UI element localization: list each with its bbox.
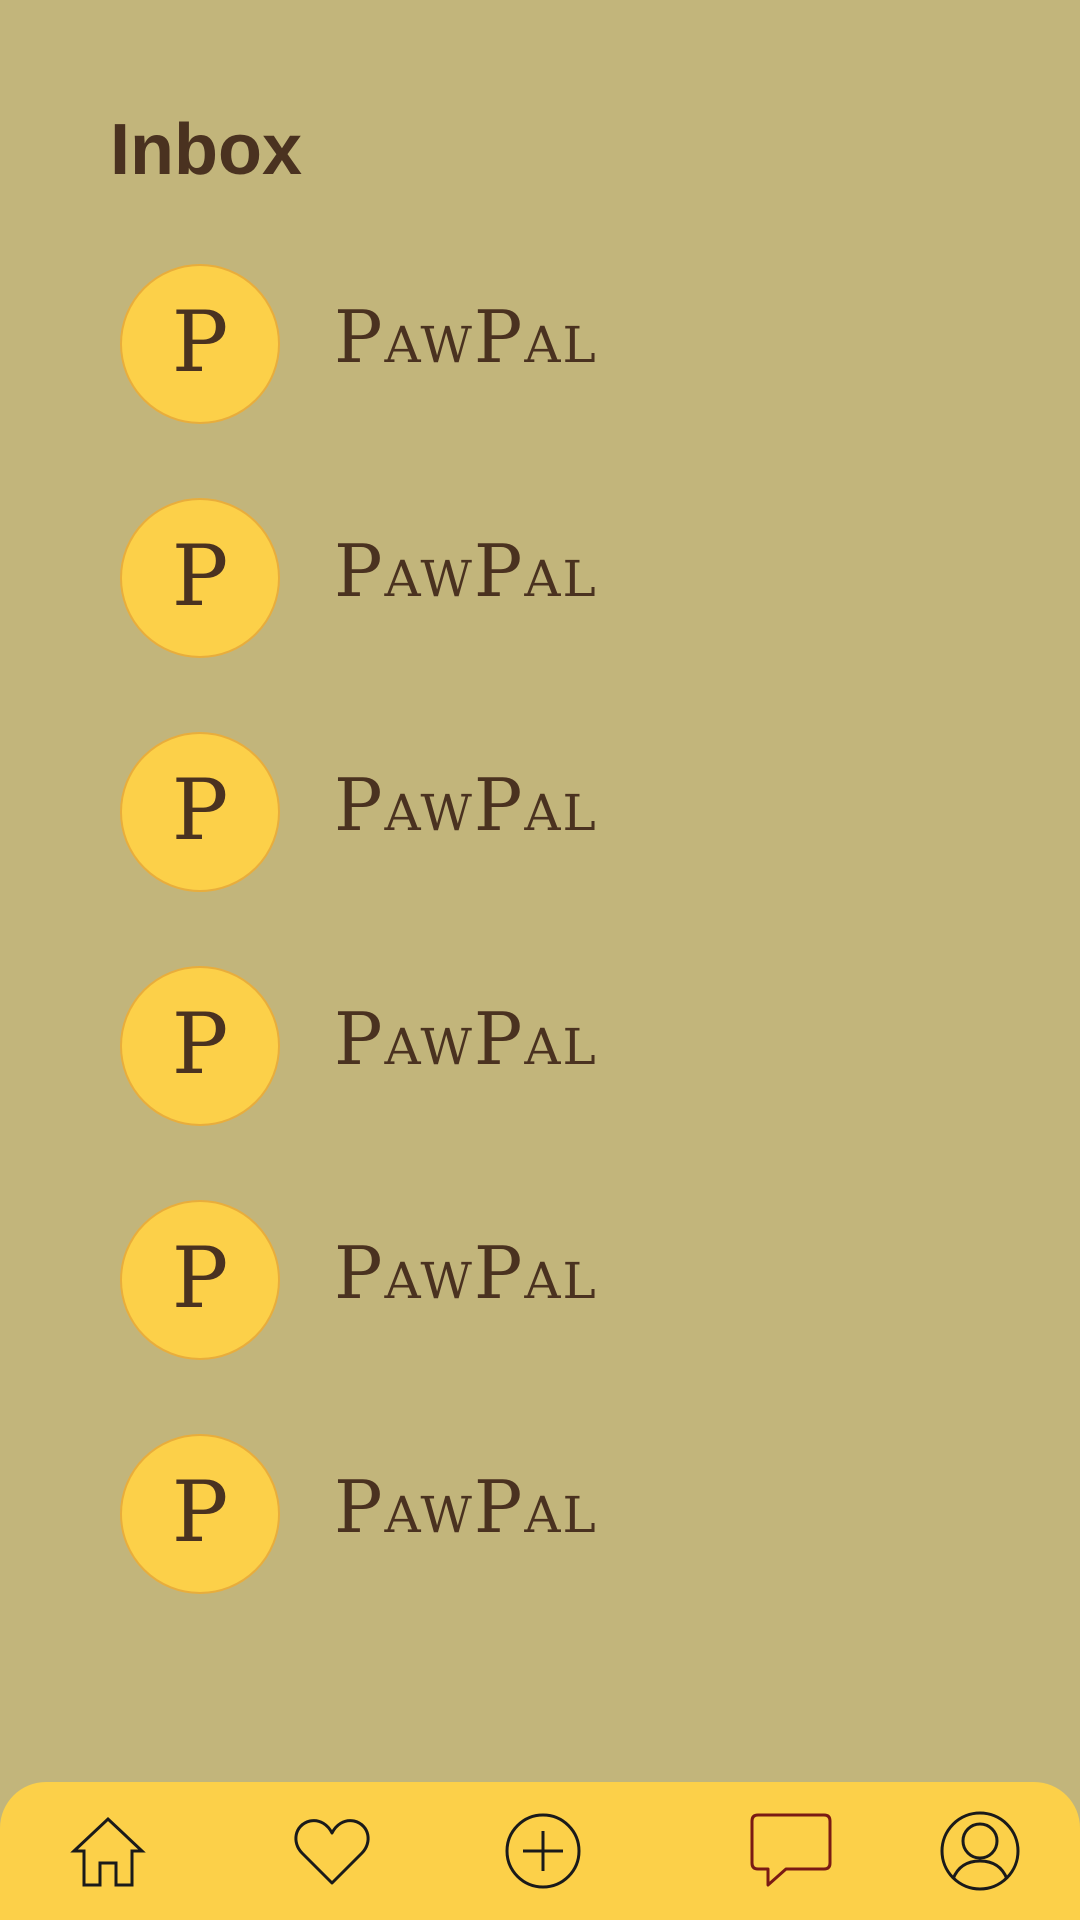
inbox-item-name: PawPal bbox=[334, 1231, 598, 1315]
nav-profile-button[interactable] bbox=[920, 1782, 1040, 1920]
inbox-item[interactable]: P PawPal bbox=[120, 496, 720, 660]
inbox-item-name: PawPal bbox=[334, 529, 598, 613]
avatar-letter: P bbox=[171, 1229, 229, 1327]
page-title: Inbox bbox=[110, 110, 302, 190]
avatar: P bbox=[120, 966, 280, 1126]
nav-add-button[interactable] bbox=[483, 1782, 603, 1920]
avatar-letter: P bbox=[171, 293, 229, 391]
inbox-item[interactable]: P PawPal bbox=[120, 1432, 720, 1596]
avatar: P bbox=[120, 264, 280, 424]
inbox-item-name: PawPal bbox=[334, 763, 598, 847]
inbox-item[interactable]: P PawPal bbox=[120, 1198, 720, 1362]
avatar-letter: P bbox=[171, 995, 229, 1093]
avatar-letter: P bbox=[171, 761, 229, 859]
chat-icon bbox=[750, 1813, 832, 1887]
nav-favorites-button[interactable] bbox=[272, 1782, 392, 1920]
bottom-navigation-bar bbox=[0, 1782, 1080, 1920]
heart-icon bbox=[294, 1819, 370, 1885]
avatar: P bbox=[120, 732, 280, 892]
home-icon bbox=[70, 1816, 146, 1887]
avatar: P bbox=[120, 1434, 280, 1594]
nav-messages-button[interactable] bbox=[731, 1782, 851, 1920]
add-circle-icon bbox=[505, 1813, 581, 1889]
profile-icon bbox=[940, 1811, 1020, 1891]
avatar: P bbox=[120, 498, 280, 658]
inbox-item[interactable]: P PawPal bbox=[120, 262, 720, 426]
avatar-letter: P bbox=[171, 1463, 229, 1561]
inbox-item-name: PawPal bbox=[334, 997, 598, 1081]
inbox-item-name: PawPal bbox=[334, 295, 598, 379]
nav-home-button[interactable] bbox=[48, 1782, 168, 1920]
avatar-letter: P bbox=[171, 527, 229, 625]
inbox-item[interactable]: P PawPal bbox=[120, 964, 720, 1128]
inbox-item-name: PawPal bbox=[334, 1465, 598, 1549]
avatar: P bbox=[120, 1200, 280, 1360]
inbox-item[interactable]: P PawPal bbox=[120, 730, 720, 894]
